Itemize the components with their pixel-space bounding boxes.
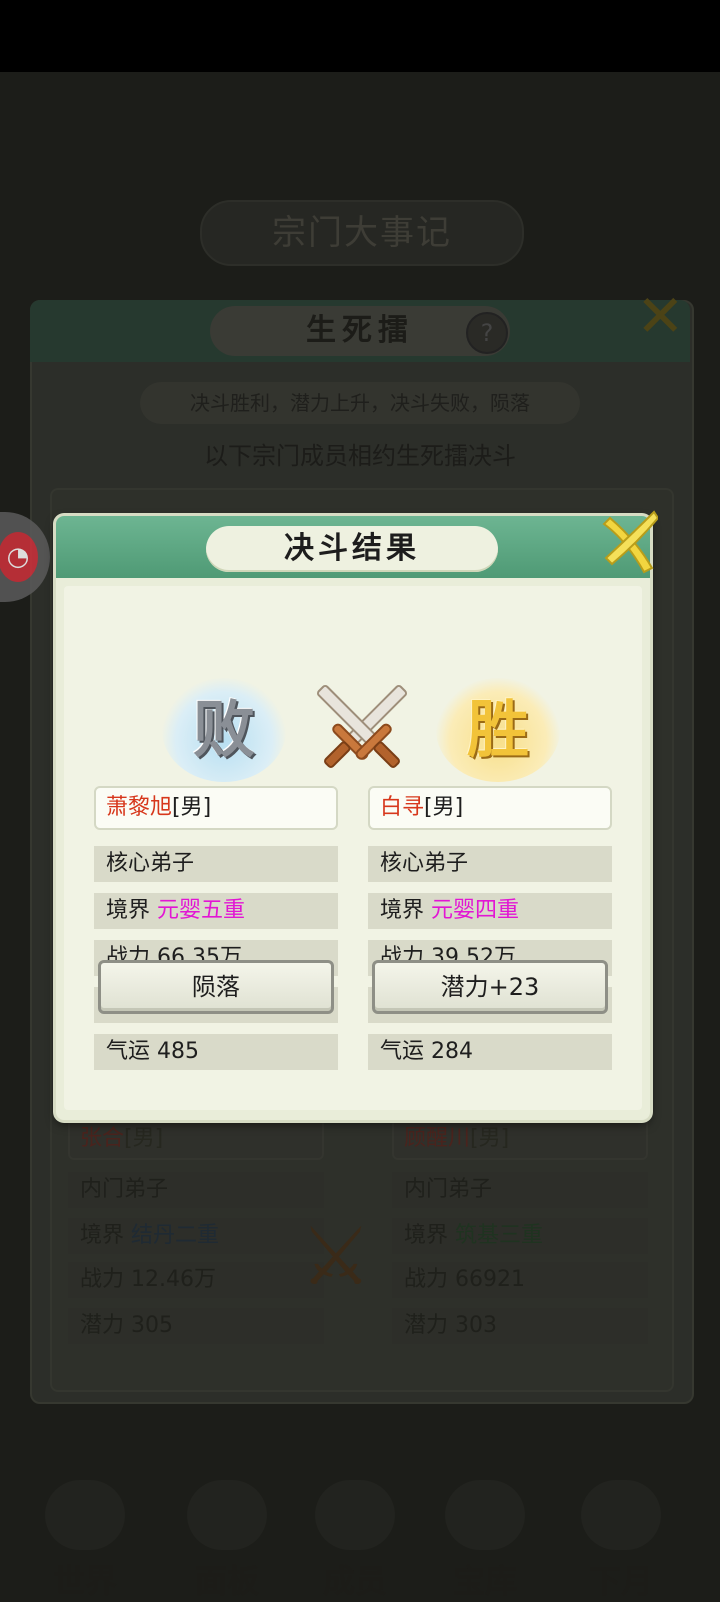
loser-realm: 元婴五重 — [157, 898, 246, 923]
loser-realm-label: 境界 — [106, 898, 151, 923]
dialog-title: 决斗结果 — [206, 526, 498, 572]
bg-left-rank: 内门弟子 — [68, 1172, 324, 1208]
bg-crossed-swords-icon: ⚔ — [300, 1210, 372, 1303]
winner-gender: [男] — [424, 795, 464, 820]
win-badge-text: 胜 — [466, 693, 529, 766]
nav-world[interactable]: 世界 — [30, 1480, 140, 1602]
bg-left-name: 张合 — [80, 1126, 125, 1151]
dialog-title-text: 决斗结果 — [284, 531, 420, 566]
bg-left-realm: 结丹二重 — [131, 1223, 220, 1248]
bg-left-potential: 潜力 305 — [68, 1308, 324, 1344]
members-icon — [315, 1480, 395, 1550]
winner-name: 白寻 — [380, 795, 425, 820]
nav-world-label: 世界 — [52, 1562, 117, 1600]
close-icon[interactable] — [596, 506, 658, 578]
loser-gender: [男] — [172, 795, 212, 820]
winner-realm-row: 境界 元婴四重 — [368, 893, 612, 929]
winner-luck: 气运 284 — [368, 1034, 612, 1070]
assistant-icon: ◔ — [0, 532, 38, 582]
nav-panel-label: 面板 — [194, 1562, 259, 1600]
treasury-icon — [445, 1480, 525, 1550]
world-icon — [45, 1480, 125, 1550]
bg-right-power: 战力 66921 — [392, 1262, 648, 1298]
arena-close-icon[interactable]: ✕ — [636, 282, 685, 350]
crossed-swords-icon — [316, 684, 408, 768]
bg-left-realm-row: 境界 结丹二重 — [68, 1218, 324, 1254]
winner-name-box: 白寻[男] — [368, 786, 612, 830]
arena-title: 生死擂 — [210, 306, 510, 356]
bg-left-gender: [男] — [124, 1126, 164, 1151]
bg-left-power: 战力 12.46万 — [68, 1262, 324, 1298]
duel-result-dialog: 决斗结果 败 胜 萧黎旭[男] 核心弟子 境界 元婴五重 战力 66.35万 潜… — [56, 510, 658, 1120]
winner-realm: 元婴四重 — [431, 898, 520, 923]
loser-result-button[interactable]: 陨落 — [98, 960, 334, 1014]
nav-treasury-label: 宝库 — [452, 1562, 517, 1600]
bg-right-realm-row: 境界 筑基三重 — [392, 1218, 648, 1254]
status-bar — [0, 0, 720, 72]
event-log-banner-text: 宗门大事记 — [272, 213, 452, 253]
bg-right-gender: [男] — [470, 1126, 510, 1151]
arena-rule: 决斗胜利，潜力上升，决斗失败，陨落 — [140, 382, 580, 424]
win-badge: 胜 — [436, 678, 560, 782]
loser-rank: 核心弟子 — [94, 846, 338, 882]
panel-icon — [187, 1480, 267, 1550]
dialog-body: 败 胜 萧黎旭[男] 核心弟子 境界 元婴五重 战力 66.35万 潜力 814… — [64, 586, 642, 1110]
nav-next-month-label: 下月 — [588, 1562, 653, 1600]
arena-title-text: 生死擂 — [306, 313, 414, 348]
nav-members-label: 成员 — [322, 1562, 387, 1600]
bg-right-realm-label: 境界 — [404, 1223, 449, 1248]
bg-right-rank: 内门弟子 — [392, 1172, 648, 1208]
nav-treasury[interactable]: 宝库 — [430, 1480, 540, 1602]
lose-badge: 败 — [162, 678, 286, 782]
arena-subtitle: 以下宗门成员相约生死擂决斗 — [204, 442, 516, 470]
event-log-banner: 宗门大事记 — [200, 200, 524, 266]
bg-right-realm: 筑基三重 — [455, 1223, 544, 1248]
bg-right-name: 顾醒川 — [404, 1126, 471, 1151]
next-month-icon — [581, 1480, 661, 1550]
bg-right-potential: 潜力 303 — [392, 1308, 648, 1344]
arena-rule-text: 决斗胜利，潜力上升，决斗失败，陨落 — [190, 391, 530, 415]
winner-rank: 核心弟子 — [368, 846, 612, 882]
bg-left-realm-label: 境界 — [80, 1223, 125, 1248]
help-icon[interactable]: ? — [466, 312, 508, 354]
nav-next-month[interactable]: 下月 — [566, 1480, 676, 1602]
winner-realm-label: 境界 — [380, 898, 425, 923]
loser-name-box: 萧黎旭[男] — [94, 786, 338, 830]
loser-name: 萧黎旭 — [106, 795, 173, 820]
bg-left-name-box: 张合[男] — [68, 1118, 324, 1160]
lose-badge-text: 败 — [192, 693, 255, 766]
bg-right-name-box: 顾醒川[男] — [392, 1118, 648, 1160]
loser-realm-row: 境界 元婴五重 — [94, 893, 338, 929]
loser-luck: 气运 485 — [94, 1034, 338, 1070]
nav-members[interactable]: 成员 — [300, 1480, 410, 1602]
nav-panel[interactable]: 面板 — [172, 1480, 282, 1602]
winner-result-button[interactable]: 潜力+23 — [372, 960, 608, 1014]
